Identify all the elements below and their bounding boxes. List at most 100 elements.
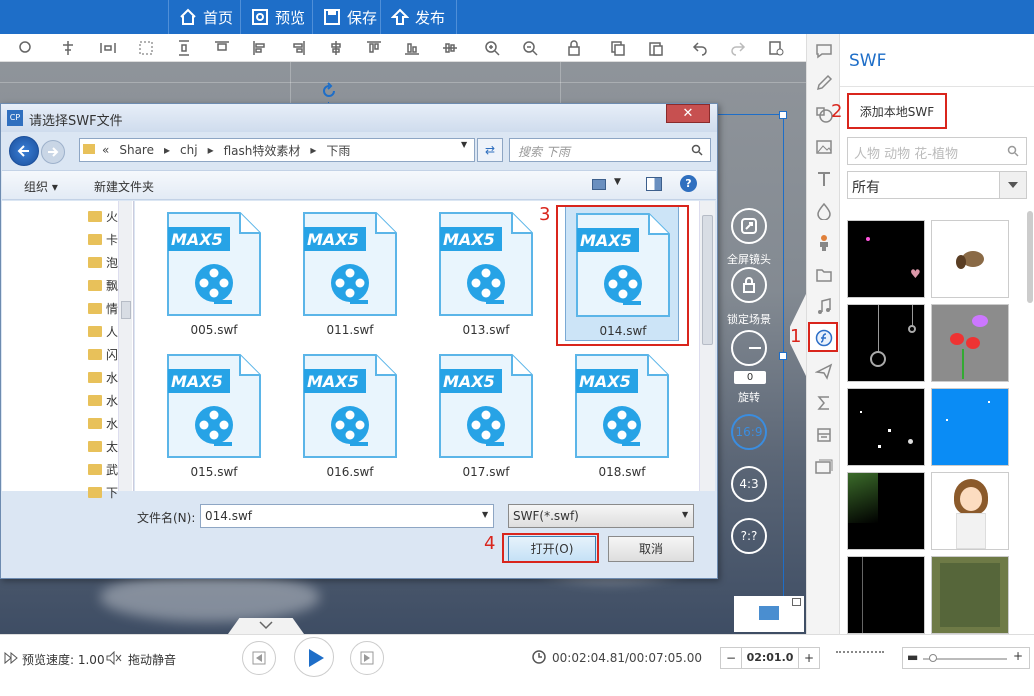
align-left-icon[interactable]: [252, 40, 268, 56]
tree-item[interactable]: 太: [88, 437, 118, 455]
tree-item[interactable]: 火: [88, 207, 118, 225]
help-icon[interactable]: ?: [680, 175, 697, 192]
folder-icon[interactable]: [815, 266, 833, 284]
tree-scrollbar[interactable]: [118, 201, 132, 491]
swf-thumbnail[interactable]: [847, 556, 925, 634]
distribute-h-icon[interactable]: [100, 40, 116, 56]
duration-stepper[interactable]: − 02:01.0 +: [720, 647, 820, 669]
search-icon[interactable]: [1007, 145, 1019, 157]
fullscreen-camera-button[interactable]: [731, 208, 767, 244]
add-local-swf-button[interactable]: 添加本地SWF: [847, 93, 947, 129]
refresh-button[interactable]: ⇄: [477, 138, 503, 162]
drag-mute-label[interactable]: 拖动静音: [128, 651, 176, 668]
preview-button[interactable]: 预览: [240, 0, 315, 34]
file-item[interactable]: MAX5 017.swf: [429, 347, 543, 483]
swf-thumbnail[interactable]: [931, 388, 1009, 466]
distribute-v-icon[interactable]: [176, 40, 192, 56]
chevron-down-icon[interactable]: ▼: [482, 510, 488, 519]
layer-icon[interactable]: [18, 40, 34, 56]
image-icon[interactable]: [815, 138, 833, 156]
resize-handle[interactable]: [779, 352, 787, 360]
category-dropdown-button[interactable]: [999, 172, 1026, 198]
rotate-value-field[interactable]: 0: [734, 371, 766, 384]
settings-doc-icon[interactable]: [768, 40, 784, 56]
ratio-custom-button[interactable]: ?:?: [731, 518, 767, 554]
chevron-down-icon[interactable]: ▼: [682, 510, 688, 519]
swf-thumbnail[interactable]: [931, 472, 1009, 550]
file-item[interactable]: MAX5 016.swf: [293, 347, 407, 483]
drop-icon[interactable]: [815, 202, 833, 220]
filename-input[interactable]: 014.swf: [200, 504, 494, 528]
swf-search-input[interactable]: 人物 动物 花-植物: [847, 137, 1027, 165]
cancel-button[interactable]: 取消: [608, 536, 694, 562]
tree-item[interactable]: 水: [88, 368, 118, 386]
publish-button[interactable]: 发布: [380, 0, 455, 34]
slider-thumb[interactable]: [929, 654, 937, 662]
next-frame-button[interactable]: [350, 641, 384, 675]
character-icon[interactable]: [815, 234, 833, 252]
dialog-titlebar[interactable]: CP 请选择SWF文件 ✕: [1, 104, 717, 132]
breadcrumb-item[interactable]: 下雨: [326, 142, 350, 159]
breadcrumb-overflow[interactable]: «: [102, 143, 109, 157]
align-right-icon[interactable]: [290, 40, 306, 56]
back-button[interactable]: [9, 136, 39, 166]
swf-thumbnail[interactable]: ♥: [847, 220, 925, 298]
zoom-out-icon[interactable]: ▬: [907, 650, 918, 664]
mini-preview[interactable]: [734, 596, 804, 632]
align-vcenter-icon[interactable]: [442, 40, 458, 56]
panel-scrollbar[interactable]: [1027, 211, 1033, 303]
file-item[interactable]: MAX5 013.swf: [429, 205, 543, 341]
breadcrumb-item[interactable]: flash特效素材: [224, 142, 301, 159]
music-icon[interactable]: [815, 298, 833, 316]
lock-scene-button[interactable]: [731, 267, 767, 303]
tree-item[interactable]: 武: [88, 460, 118, 478]
swf-thumbnail[interactable]: [847, 472, 925, 550]
file-item[interactable]: MAX5 015.swf: [157, 347, 271, 483]
tree-item[interactable]: 闪: [88, 345, 118, 363]
swf-thumbnail[interactable]: [847, 304, 925, 382]
swf-thumbnail[interactable]: [931, 556, 1009, 634]
tree-item[interactable]: 卡: [88, 230, 118, 248]
search-icon[interactable]: [691, 144, 703, 156]
undo-icon[interactable]: [692, 40, 708, 56]
tree-item[interactable]: 人: [88, 322, 118, 340]
align-center-icon[interactable]: [60, 40, 76, 56]
ratio-4-3-button[interactable]: 4:3: [731, 466, 767, 502]
rotate-dial[interactable]: [731, 330, 767, 366]
swf-thumbnail[interactable]: [847, 388, 925, 466]
sigma-icon[interactable]: [815, 394, 833, 412]
speech-bubble-icon[interactable]: [815, 42, 833, 60]
save-button[interactable]: 保存: [312, 0, 387, 34]
align-vtop-icon[interactable]: [366, 40, 382, 56]
tree-item[interactable]: 飘: [88, 276, 118, 294]
file-item[interactable]: MAX5 011.swf: [293, 205, 407, 341]
forward-button[interactable]: [41, 140, 65, 164]
tree-item[interactable]: 水: [88, 391, 118, 409]
file-scrollbar[interactable]: [699, 201, 715, 491]
pencil-icon[interactable]: [815, 74, 833, 92]
group-icon[interactable]: [138, 40, 154, 56]
align-bottom-icon[interactable]: [404, 40, 420, 56]
tree-item[interactable]: 水: [88, 414, 118, 432]
gallery-icon[interactable]: [815, 458, 833, 476]
view-icon[interactable]: [592, 179, 606, 190]
chevron-down-icon[interactable]: ▼: [461, 140, 467, 149]
preview-speed[interactable]: 预览速度: 1.00: [22, 651, 105, 668]
zoom-in-icon[interactable]: +: [1013, 649, 1023, 663]
plane-icon[interactable]: [815, 362, 833, 380]
new-folder-button[interactable]: 新建文件夹: [94, 178, 154, 195]
zoom-out-icon[interactable]: [522, 40, 538, 56]
print-icon[interactable]: [815, 426, 833, 444]
prev-frame-button[interactable]: [242, 641, 276, 675]
text-icon[interactable]: [815, 170, 833, 188]
paste-icon[interactable]: [648, 40, 664, 56]
file-item[interactable]: MAX5 005.swf: [157, 205, 271, 341]
preview-pane-icon[interactable]: [646, 177, 662, 191]
swf-tab[interactable]: [808, 322, 838, 352]
play-button[interactable]: [294, 637, 334, 677]
breadcrumb-item[interactable]: chj: [180, 143, 198, 157]
duration-value[interactable]: 02:01.0: [741, 648, 799, 668]
tree-item[interactable]: 情: [88, 299, 118, 317]
align-hcenter-icon[interactable]: [328, 40, 344, 56]
swf-thumbnail[interactable]: [931, 304, 1009, 382]
